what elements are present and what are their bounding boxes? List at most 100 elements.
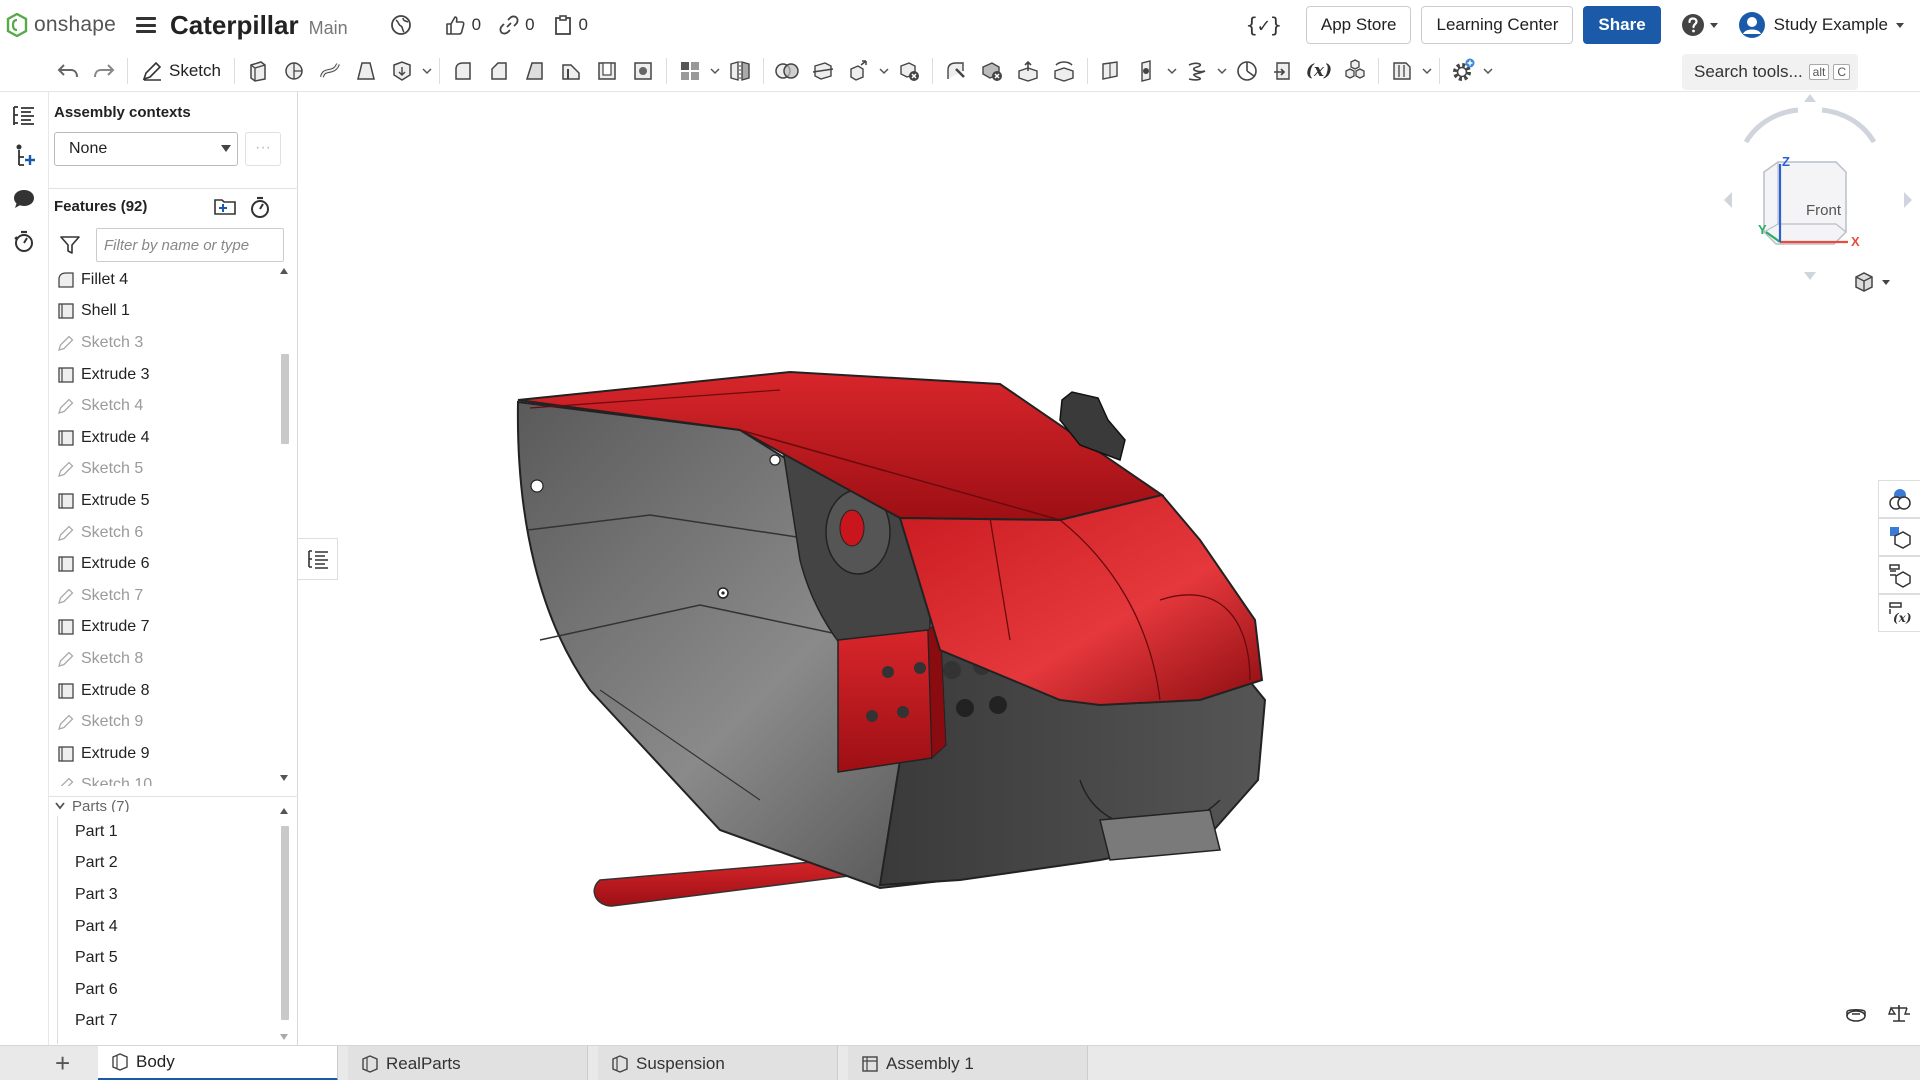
- bom-panel-button[interactable]: [1878, 556, 1920, 594]
- feature-item[interactable]: Extrude 5: [49, 485, 277, 517]
- view-cube-front-label[interactable]: Front: [1806, 202, 1841, 219]
- feature-item[interactable]: Extrude 9: [49, 738, 277, 770]
- helix-button[interactable]: [1179, 55, 1215, 87]
- scrollbar-thumb[interactable]: [281, 826, 289, 1020]
- feature-item[interactable]: Sketch 5: [49, 454, 277, 486]
- feature-item[interactable]: Extrude 4: [49, 422, 277, 454]
- sweep-button[interactable]: [312, 55, 348, 87]
- globe-button[interactable]: [390, 14, 418, 36]
- mirror-button[interactable]: [722, 55, 758, 87]
- shell-button[interactable]: [589, 55, 625, 87]
- derived-button[interactable]: [1265, 55, 1301, 87]
- tab-assembly-1[interactable]: Assembly 1: [848, 1046, 1088, 1080]
- chevron-down-icon[interactable]: [708, 55, 722, 87]
- feature-item[interactable]: Extrude 7: [49, 612, 277, 644]
- configurations-panel-button[interactable]: [1878, 518, 1920, 556]
- render-mode-dropdown[interactable]: [1852, 270, 1892, 294]
- comments-button[interactable]: [10, 185, 38, 213]
- learning-center-button[interactable]: Learning Center: [1421, 6, 1574, 44]
- part-item[interactable]: Part 6: [58, 974, 277, 1006]
- sketch-button[interactable]: Sketch: [133, 55, 229, 87]
- mate-connector-button[interactable]: [1129, 55, 1165, 87]
- variables-panel-button[interactable]: (x): [1878, 594, 1920, 632]
- tab-suspension[interactable]: Suspension: [598, 1046, 838, 1080]
- replace-face-button[interactable]: [1046, 55, 1082, 87]
- feature-list-toggle[interactable]: [10, 102, 38, 130]
- chamfer-button[interactable]: [481, 55, 517, 87]
- modify-fillet-button[interactable]: [938, 55, 974, 87]
- draft-button[interactable]: [517, 55, 553, 87]
- split-button[interactable]: [805, 55, 841, 87]
- filter-icon[interactable]: [59, 235, 81, 260]
- part-item[interactable]: Part 3: [58, 879, 277, 911]
- insert-part-button[interactable]: [10, 142, 38, 170]
- parts-list-scrollbar[interactable]: [278, 804, 290, 1044]
- share-button[interactable]: Share: [1583, 6, 1661, 44]
- view-cube[interactable]: Front Z Y X: [1718, 92, 1918, 282]
- featurescript-icon[interactable]: {✓}: [1246, 13, 1282, 37]
- graphics-viewport[interactable]: Front Z Y X (x): [298, 92, 1920, 1045]
- parts-tree-button[interactable]: [1337, 55, 1373, 87]
- context-more-button[interactable]: ···: [245, 132, 281, 166]
- fillet-button[interactable]: [445, 55, 481, 87]
- scroll-up-icon[interactable]: [280, 268, 288, 274]
- add-tab-button[interactable]: +: [55, 1050, 70, 1076]
- chevron-down-icon[interactable]: [1165, 55, 1179, 87]
- document-title[interactable]: Caterpillar: [170, 10, 299, 41]
- search-tools-input[interactable]: Search tools... alt C: [1682, 54, 1858, 90]
- part-item[interactable]: Part 5: [58, 942, 277, 974]
- feature-item[interactable]: Sketch 7: [49, 580, 277, 612]
- pattern-button[interactable]: [672, 55, 708, 87]
- feature-item[interactable]: Extrude 8: [49, 675, 277, 707]
- scrollbar-thumb[interactable]: [281, 354, 289, 444]
- app-store-button[interactable]: App Store: [1305, 6, 1412, 44]
- feature-item[interactable]: Fillet 4: [49, 264, 277, 296]
- tab-realparts[interactable]: RealParts: [348, 1046, 588, 1080]
- feature-item[interactable]: Sketch 4: [49, 390, 277, 422]
- part-item[interactable]: Part 2: [58, 848, 277, 880]
- feature-item[interactable]: Sketch 8: [49, 643, 277, 675]
- add-folder-button[interactable]: [213, 196, 237, 221]
- revolve-button[interactable]: [276, 55, 312, 87]
- tab-body[interactable]: Body: [98, 1046, 338, 1080]
- hole-button[interactable]: [625, 55, 661, 87]
- chevron-down-icon[interactable]: [1215, 55, 1229, 87]
- menu-icon[interactable]: [135, 17, 156, 33]
- copies-button[interactable]: 0: [553, 14, 588, 36]
- scroll-down-icon[interactable]: [280, 775, 288, 781]
- part-item[interactable]: Part 7: [58, 1006, 277, 1038]
- variable-button[interactable]: (x): [1301, 55, 1337, 87]
- help-menu[interactable]: [1681, 13, 1720, 37]
- chevron-down-icon[interactable]: [420, 55, 434, 87]
- feature-item[interactable]: Shell 1: [49, 296, 277, 328]
- feature-item[interactable]: Extrude 3: [49, 359, 277, 391]
- caterpillar-body-model[interactable]: [298, 92, 1920, 1045]
- transform-button[interactable]: [841, 55, 877, 87]
- section-view-button[interactable]: [1844, 1004, 1868, 1029]
- plane-button[interactable]: [1093, 55, 1129, 87]
- delete-face-button[interactable]: [974, 55, 1010, 87]
- sheet-metal-button[interactable]: [1384, 55, 1420, 87]
- move-face-button[interactable]: [1010, 55, 1046, 87]
- measure-button[interactable]: [1229, 55, 1265, 87]
- view-cube-rotate-arrows-icon[interactable]: [1718, 92, 1918, 282]
- feature-item[interactable]: Sketch 3: [49, 327, 277, 359]
- chevron-down-icon[interactable]: [877, 55, 891, 87]
- scroll-down-icon[interactable]: [280, 1034, 288, 1040]
- feature-item[interactable]: Sketch 10: [49, 770, 277, 786]
- chevron-down-icon[interactable]: [1481, 55, 1495, 87]
- undo-button[interactable]: [50, 55, 86, 87]
- links-button[interactable]: 0: [499, 15, 535, 35]
- extrude-button[interactable]: [240, 55, 276, 87]
- redo-button[interactable]: [86, 55, 122, 87]
- rollback-timer-button[interactable]: [249, 195, 271, 224]
- branch-label[interactable]: Main: [309, 18, 348, 39]
- delete-part-button[interactable]: [891, 55, 927, 87]
- part-item[interactable]: Part 1: [58, 816, 277, 848]
- onshape-logo[interactable]: onshape: [6, 13, 116, 37]
- chevron-down-icon[interactable]: [1420, 55, 1434, 87]
- feature-item[interactable]: Sketch 9: [49, 706, 277, 738]
- feature-item[interactable]: Sketch 6: [49, 517, 277, 549]
- feature-item[interactable]: Extrude 6: [49, 548, 277, 580]
- scroll-up-icon[interactable]: [280, 808, 288, 814]
